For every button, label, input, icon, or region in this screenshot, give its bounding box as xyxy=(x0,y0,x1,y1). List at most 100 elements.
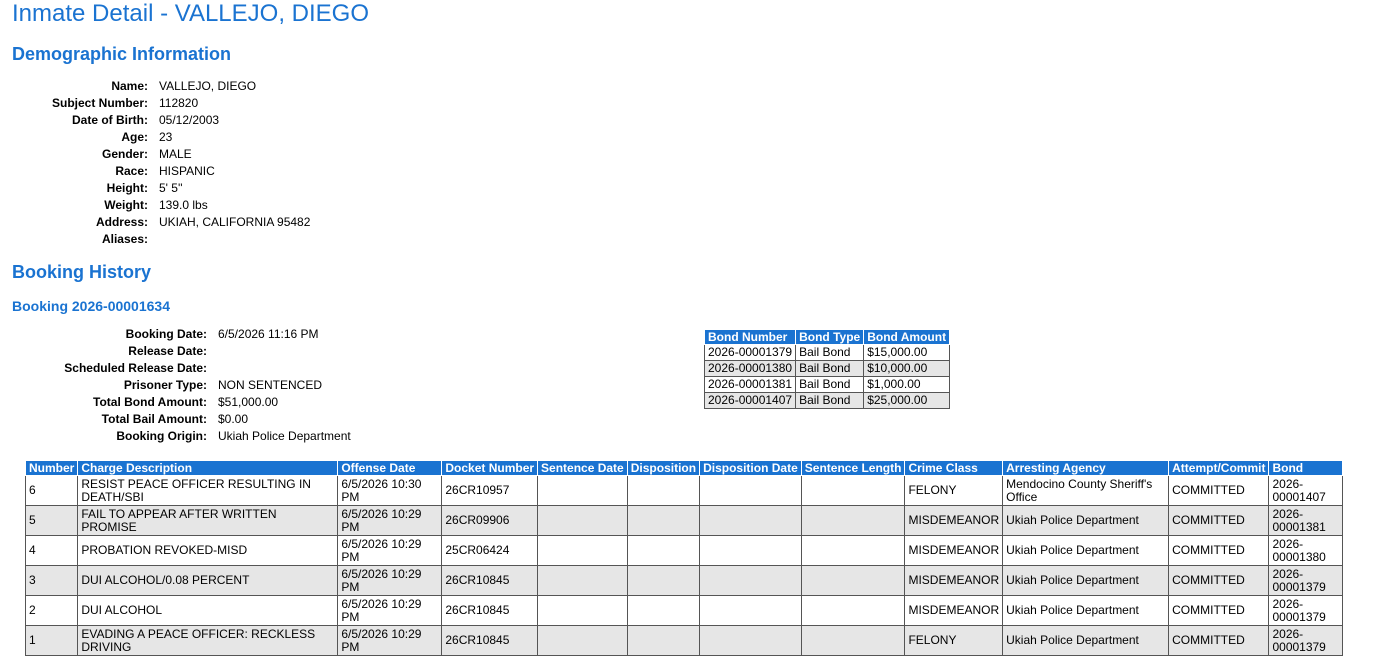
charge-cell xyxy=(800,475,906,506)
charge-column-header: Attempt/Commit xyxy=(1168,460,1270,476)
bond-row: 2026-00001381 Bail Bond $1,000.00 xyxy=(703,376,951,393)
charge-column-header: Disposition Date xyxy=(699,460,802,476)
charge-cell xyxy=(699,505,802,536)
charge-column-header: Offense Date xyxy=(337,460,443,476)
bond-cell: Bail Bond xyxy=(795,360,865,377)
charge-row: 1 EVADING A PEACE OFFICER: RECKLESS DRIVI… xyxy=(24,625,1344,656)
charge-cell: MISDEMEANOR xyxy=(904,565,1004,596)
field-label: Age: xyxy=(121,130,148,144)
charge-cell: 6 xyxy=(24,475,79,506)
charge-cell: 25CR06424 xyxy=(441,535,539,566)
charge-cell: COMMITTED xyxy=(1168,475,1270,506)
field-value: 5' 5'' xyxy=(159,181,183,195)
charge-cell xyxy=(537,595,628,626)
charge-cell: COMMITTED xyxy=(1168,595,1270,626)
field-value xyxy=(159,231,310,248)
charge-cell xyxy=(699,535,802,566)
demographic-row: Age: 23 xyxy=(12,129,310,146)
charge-cell: EVADING A PEACE OFFICER: RECKLESS DRIVIN… xyxy=(77,625,339,656)
field-label: Total Bail Amount: xyxy=(101,412,207,426)
charge-row: 4 PROBATION REVOKED-MISD 6/5/2026 10:29 PM… xyxy=(24,535,1344,566)
booking-info-row: Total Bond Amount: $51,000.00 xyxy=(12,394,351,411)
charge-cell xyxy=(800,505,906,536)
bond-cell: 2026-00001407 xyxy=(703,392,797,409)
charge-cell: 2026-00001380 xyxy=(1268,535,1344,566)
field-value: MALE xyxy=(159,147,192,161)
charge-cell xyxy=(699,625,802,656)
field-label: Race: xyxy=(115,164,148,178)
demographic-row: Weight: 139.0 lbs xyxy=(12,197,310,214)
charge-cell xyxy=(626,595,701,626)
charge-cell: 6/5/2026 10:29 PM xyxy=(337,625,443,656)
charge-cell: COMMITTED xyxy=(1168,625,1270,656)
field-label: Subject Number: xyxy=(51,96,148,110)
field-value: UKIAH, CALIFORNIA 95482 xyxy=(159,215,311,229)
charge-cell xyxy=(800,535,906,566)
charge-cell: 26CR10845 xyxy=(441,565,539,596)
charge-cell: FAIL TO APPEAR AFTER WRITTEN PROMISE xyxy=(77,505,339,536)
charge-cell xyxy=(537,535,628,566)
booking-info-table: Booking Date: 6/5/2026 11:16 PM Release Da… xyxy=(12,326,351,445)
field-value xyxy=(218,343,351,360)
field-label: Height: xyxy=(106,181,148,195)
charge-cell xyxy=(626,475,701,506)
booking-history-heading: Booking History xyxy=(12,262,152,282)
charge-cell: 26CR09906 xyxy=(441,505,539,536)
bond-cell: $25,000.00 xyxy=(863,392,951,409)
charge-column-header: Docket Number xyxy=(441,460,539,476)
charge-column-header: Charge Description xyxy=(77,460,339,476)
charge-cell: Ukiah Police Department xyxy=(1002,595,1170,626)
field-label: Booking Origin: xyxy=(116,429,207,443)
page-title: Inmate Detail - VALLEJO, DIEGO xyxy=(12,0,370,27)
charge-row: 3 DUI ALCOHOL/0.08 PERCENT 6/5/2026 10:29 … xyxy=(24,565,1344,596)
charge-column-header: Sentence Length xyxy=(800,460,906,476)
field-value: 23 xyxy=(159,130,173,144)
booking-info-row: Release Date: xyxy=(12,343,351,360)
charge-cell: RESIST PEACE OFFICER RESULTING IN DEATH/… xyxy=(77,475,339,506)
field-label: Date of Birth: xyxy=(72,113,148,127)
charge-row: 6 RESIST PEACE OFFICER RESULTING IN DEATH… xyxy=(24,475,1344,506)
field-value xyxy=(218,360,351,377)
field-label: Release Date: xyxy=(128,344,207,358)
field-label: Weight: xyxy=(104,198,148,212)
charge-cell: 6/5/2026 10:29 PM xyxy=(337,595,443,626)
bond-table: Bond Number Bond Type Bond Amount 2026-000… xyxy=(703,329,951,409)
charge-column-header: Arresting Agency xyxy=(1002,460,1170,476)
charge-row: 2 DUI ALCOHOL 6/5/2026 10:29 PM 26CR10845 MI… xyxy=(24,595,1344,626)
field-value: 112820 xyxy=(159,96,199,110)
field-label: Prisoner Type: xyxy=(123,378,207,392)
field-value: HISPANIC xyxy=(159,164,215,178)
charge-cell: FELONY xyxy=(904,475,1004,506)
charge-cell: MISDEMEANOR xyxy=(904,505,1004,536)
demographic-row: Aliases: xyxy=(12,231,310,248)
charge-cell: 6/5/2026 10:29 PM xyxy=(337,505,443,536)
charge-column-header: Crime Class xyxy=(904,460,1004,476)
bond-column-header: Bond Type xyxy=(795,329,865,345)
charge-cell: COMMITTED xyxy=(1168,535,1270,566)
charge-cell xyxy=(626,535,701,566)
bond-cell: $1,000.00 xyxy=(863,376,951,393)
charge-cell: DUI ALCOHOL xyxy=(77,595,339,626)
bond-cell: 2026-00001379 xyxy=(703,344,797,361)
bond-column-header: Bond Number xyxy=(703,329,797,345)
charge-cell xyxy=(699,595,802,626)
demographic-row: Subject Number: 112820 xyxy=(12,95,310,112)
charge-cell: 26CR10845 xyxy=(441,625,539,656)
bond-row: 2026-00001380 Bail Bond $10,000.00 xyxy=(703,360,951,377)
charge-cell xyxy=(626,625,701,656)
demographic-row: Address: UKIAH, CALIFORNIA 95482 xyxy=(12,214,310,231)
charge-cell xyxy=(537,475,628,506)
bond-cell: Bail Bond xyxy=(795,376,865,393)
charge-cell: DUI ALCOHOL/0.08 PERCENT xyxy=(77,565,339,596)
charge-cell: 2026-00001407 xyxy=(1268,475,1344,506)
charge-cell xyxy=(800,565,906,596)
bond-cell: 2026-00001381 xyxy=(703,376,797,393)
charge-cell: MISDEMEANOR xyxy=(904,535,1004,566)
charge-cell: 1 xyxy=(24,625,79,656)
booking-info-row: Booking Origin: Ukiah Police Department xyxy=(12,428,350,445)
charge-column-header: Number xyxy=(24,460,79,476)
charge-cell: 2026-00001381 xyxy=(1268,505,1344,536)
field-value: VALLEJO, DIEGO xyxy=(159,79,257,93)
field-value: 05/12/2003 xyxy=(159,113,220,127)
bond-row: 2026-00001407 Bail Bond $25,000.00 xyxy=(703,392,951,409)
